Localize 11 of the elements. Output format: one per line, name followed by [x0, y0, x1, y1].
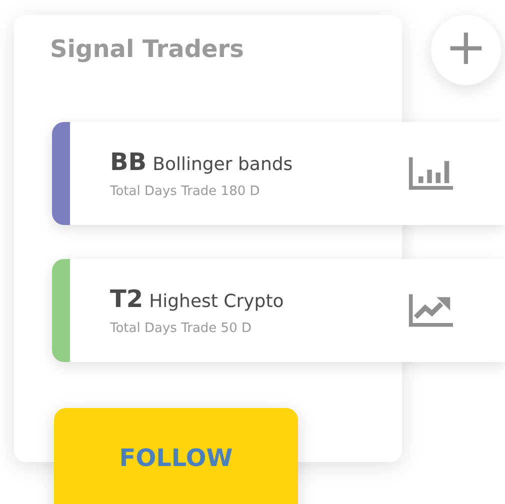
trader-card[interactable]: BB Bollinger bands Total Days Trade 180 D [52, 122, 505, 225]
trader-code: T2 [110, 285, 144, 313]
bar-chart-icon [407, 157, 453, 190]
trader-name: Highest Crypto [149, 291, 284, 312]
panel-title: Signal Traders [50, 35, 244, 63]
trade-days: Total Days Trade 50 D [110, 321, 407, 336]
trader-card[interactable]: T2 Highest Crypto Total Days Trade 50 D [52, 259, 505, 362]
trader-name: Bollinger bands [152, 154, 293, 175]
trader-code: BB [110, 148, 147, 176]
trend-chart-icon [407, 294, 453, 327]
trade-days: Total Days Trade 180 D [110, 184, 407, 199]
